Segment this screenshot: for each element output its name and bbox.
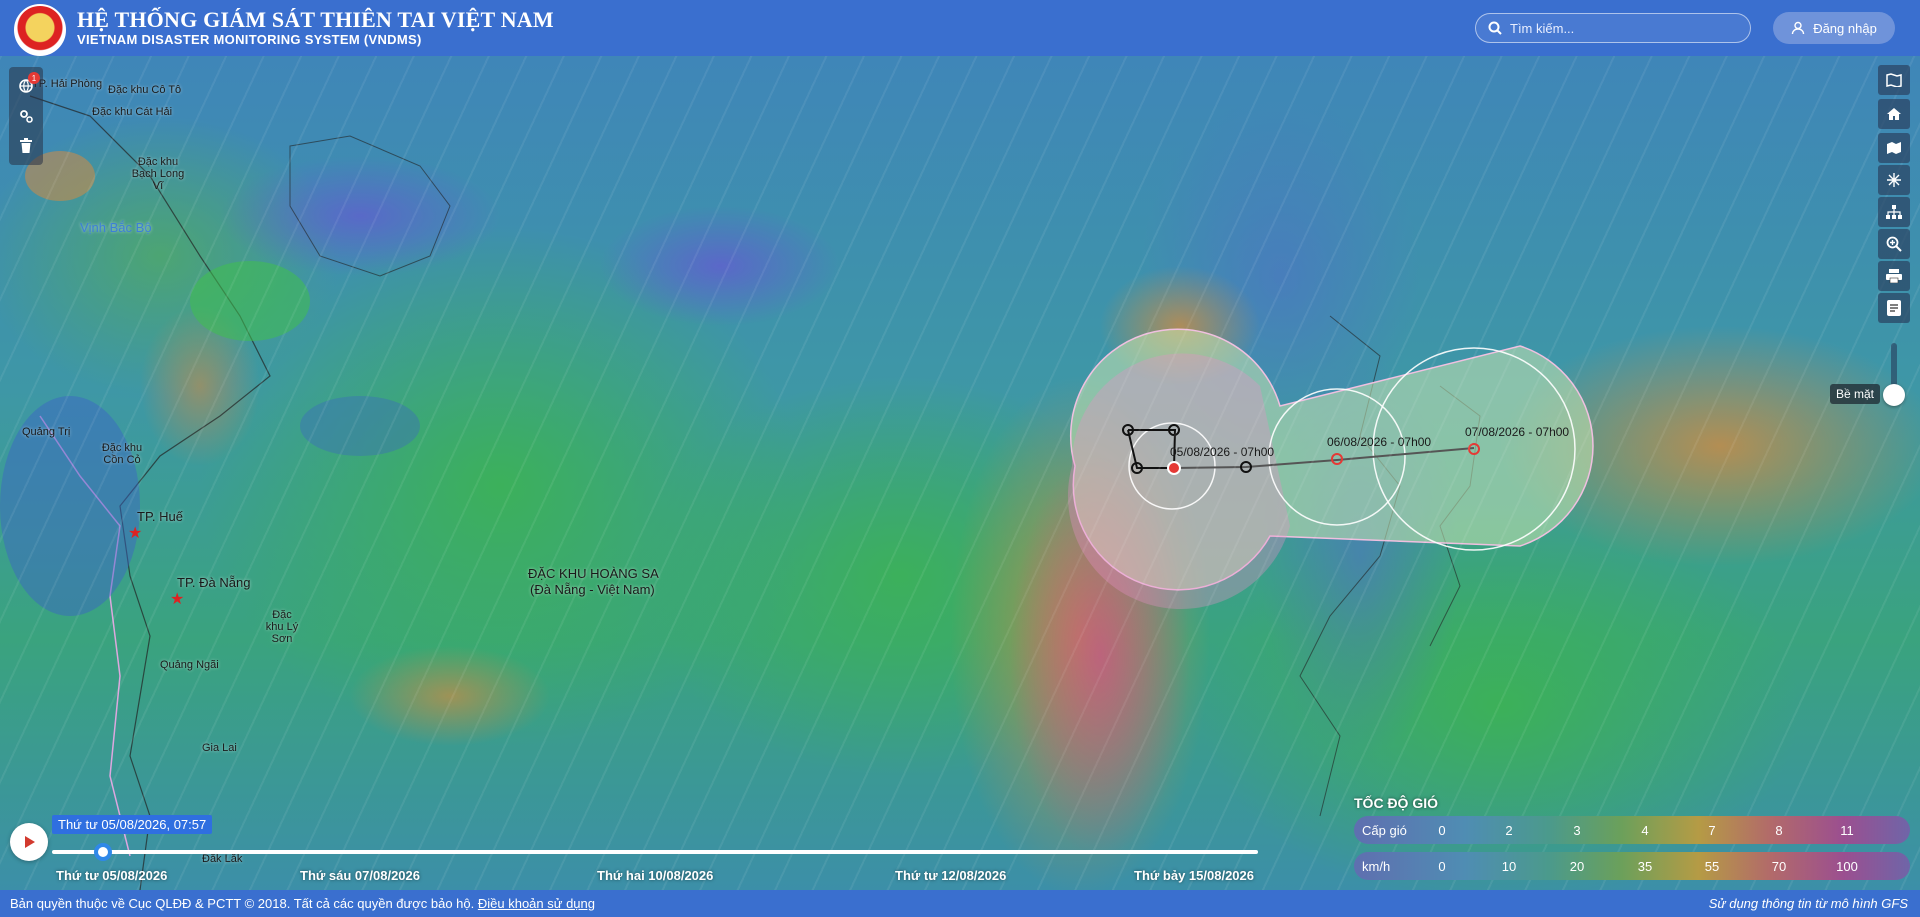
book-map-icon	[1886, 73, 1902, 87]
wind-level-label: Cấp gió	[1362, 822, 1407, 838]
print-button[interactable]	[1878, 261, 1910, 291]
wind-legend-title: TỐC ĐỘ GIÓ	[1354, 795, 1438, 811]
login-button[interactable]: Đăng nhập	[1773, 12, 1895, 44]
user-icon	[1791, 21, 1805, 35]
settings-button[interactable]	[9, 101, 43, 131]
storm-cone-pink	[1067, 353, 1290, 610]
print-icon	[1886, 269, 1902, 283]
storm-label-day1: 05/08/2026 - 07h00	[1170, 445, 1274, 459]
storm-label-day3: 07/08/2026 - 07h00	[1465, 425, 1569, 439]
wind-level-legend: Cấp gió 0 2 3 4 7 8 11	[1354, 816, 1910, 844]
map-layer-button[interactable]	[1878, 133, 1910, 163]
place-ly-son: Đặc khu Lý Sơn	[265, 609, 299, 645]
altitude-layer-label: Bề mặt	[1830, 384, 1881, 404]
wind-speed-value: 55	[1704, 858, 1720, 874]
current-time-tooltip: Thứ tư 05/08/2026, 07:57	[52, 815, 213, 834]
timeline-tick[interactable]: Thứ bảy 15/08/2026	[1134, 868, 1254, 883]
timeline-tick[interactable]: Thứ sáu 07/08/2026	[300, 868, 420, 883]
place-co-to: Đặc khu Cô Tô	[108, 84, 182, 96]
city-star-icon: ★	[170, 591, 184, 608]
place-vinh-bac-bo: Vịnh Bắc Bộ	[80, 220, 152, 235]
snowflake-icon	[1887, 173, 1901, 187]
place-quang-tri: Quảng Trị	[22, 426, 71, 438]
wind-level-value: 2	[1505, 822, 1513, 838]
terms-link[interactable]: Điều khoản sử dụng	[478, 896, 595, 911]
zoom-button[interactable]	[1878, 229, 1910, 259]
wind-speed-label: km/h	[1362, 858, 1391, 874]
app-title: HỆ THỐNG GIÁM SÁT THIÊN TAI VIỆT NAM	[77, 7, 554, 32]
wind-speed-value: 35	[1637, 858, 1653, 874]
wind-speed-value: 70	[1771, 858, 1787, 874]
wind-level-value: 4	[1641, 822, 1649, 838]
wind-level-value: 3	[1573, 822, 1581, 838]
storm-center-icon	[1167, 461, 1181, 475]
timeline-tick[interactable]: Thứ hai 10/08/2026	[597, 868, 713, 883]
storm-label-day2: 06/08/2026 - 07h00	[1327, 435, 1431, 449]
wind-level-value: 11	[1840, 822, 1854, 838]
document-icon	[1887, 300, 1901, 316]
wind-level-value: 8	[1775, 822, 1783, 838]
place-gia-lai: Gia Lai	[202, 742, 237, 754]
timeline-track[interactable]	[52, 850, 1258, 854]
zoom-icon	[1886, 236, 1902, 252]
timeline-tick[interactable]: Thứ tư 12/08/2026	[895, 868, 1006, 883]
home-icon	[1887, 108, 1901, 120]
network-button[interactable]	[1878, 197, 1910, 227]
place-cat-hai: Đặc khu Cát Hải	[92, 106, 173, 118]
map-tools-panel: 1	[9, 67, 43, 165]
vndms-logo[interactable]	[14, 4, 66, 56]
gears-icon	[20, 110, 33, 123]
layers-badge: 1	[28, 72, 40, 84]
search-input[interactable]	[1510, 20, 1730, 36]
copyright-text: Bản quyền thuộc về Cục QLĐĐ & PCTT © 201…	[10, 896, 475, 911]
wind-speed-value: 20	[1569, 858, 1585, 874]
wind-speed-legend: km/h 0 10 20 35 55 70 100	[1354, 852, 1910, 880]
model-note: Sử dụng thông tin từ mô hình GFS	[1708, 896, 1908, 911]
play-button[interactable]	[10, 823, 48, 861]
login-label: Đăng nhập	[1813, 20, 1877, 36]
wind-level-value: 0	[1438, 822, 1446, 838]
altitude-slider-handle[interactable]	[1883, 384, 1905, 406]
app-subtitle: VIETNAM DISASTER MONITORING SYSTEM (VNDM…	[77, 32, 422, 47]
city-star-icon: ★	[128, 525, 142, 542]
place-bach-long-vi: Đặc khu Bạch Long Vĩ	[131, 156, 185, 192]
basemap-button[interactable]	[1878, 65, 1910, 95]
footer-left: Bản quyền thuộc về Cục QLĐĐ & PCTT © 201…	[10, 896, 595, 911]
timeline-handle[interactable]	[94, 843, 112, 861]
map-overlay: 05/08/2026 - 07h00 06/08/2026 - 07h00 07…	[0, 95, 1594, 890]
sitemap-icon	[1886, 205, 1902, 219]
place-hoang-sa-note: (Đà Nẵng - Việt Nam)	[530, 582, 655, 597]
wind-level-value: 7	[1708, 822, 1716, 838]
document-button[interactable]	[1878, 293, 1910, 323]
app-titles: HỆ THỐNG GIÁM SÁT THIÊN TAI VIỆT NAM VIE…	[77, 8, 554, 48]
place-dak-lak: Đắk Lắk	[202, 853, 243, 865]
rain-cell	[300, 396, 420, 456]
search-icon	[1488, 21, 1502, 35]
weather-map[interactable]: 05/08/2026 - 07h00 06/08/2026 - 07h00 07…	[0, 56, 1920, 890]
wind-speed-value: 10	[1501, 858, 1517, 874]
layers-button[interactable]: 1	[9, 71, 43, 101]
home-button[interactable]	[1878, 99, 1910, 129]
play-icon	[25, 836, 35, 848]
clear-button[interactable]	[9, 131, 43, 161]
timeline-tick[interactable]: Thứ tư 05/08/2026	[56, 868, 167, 883]
layer-map-icon	[1887, 142, 1901, 154]
place-con-co: Đặc khu Cồn Cỏ	[101, 442, 143, 466]
rain-cell	[190, 261, 310, 341]
app-footer: Bản quyền thuộc về Cục QLĐĐ & PCTT © 201…	[0, 890, 1920, 917]
place-quang-ngai: Quảng Ngãi	[160, 659, 219, 671]
wind-speed-value: 0	[1438, 858, 1446, 874]
coastline-hainan	[289, 135, 451, 277]
place-hoang-sa: ĐẶC KHU HOÀNG SA	[528, 566, 659, 581]
place-tp-hue: TP. Huế	[137, 509, 184, 524]
right-toolbar	[1878, 65, 1910, 325]
search-box[interactable]	[1475, 13, 1751, 43]
weather-layer-button[interactable]	[1878, 165, 1910, 195]
app-header: HỆ THỐNG GIÁM SÁT THIÊN TAI VIỆT NAM VIE…	[0, 0, 1920, 56]
wind-speed-value: 100	[1836, 858, 1858, 874]
place-tp-da-nang: TP. Đà Nẵng	[177, 575, 251, 590]
trash-icon	[20, 138, 32, 153]
